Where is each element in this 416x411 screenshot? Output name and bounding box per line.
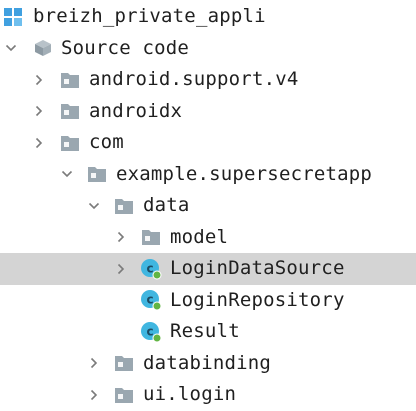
class-icon: c	[140, 285, 162, 317]
package-folder-icon	[86, 159, 108, 191]
project-tree: breizh_private_appli Source code android…	[0, 0, 416, 406]
tree-label-project: breizh_private_appli	[33, 5, 266, 27]
tree-row-login-data-source[interactable]: c LoginDataSource	[0, 253, 416, 285]
chevron-right-icon[interactable]	[32, 127, 46, 159]
tree-row-data[interactable]: data	[0, 190, 416, 222]
package-folder-icon	[140, 222, 162, 254]
tree-row-androidx[interactable]: androidx	[0, 96, 416, 128]
class-icon: c	[140, 253, 162, 285]
tree-row-com[interactable]: com	[0, 127, 416, 159]
chevron-down-icon[interactable]	[87, 190, 101, 222]
chevron-down-icon[interactable]	[60, 159, 74, 191]
tree-label: databinding	[143, 351, 272, 374]
package-folder-icon	[59, 64, 81, 96]
tree-label: LoginDataSource	[170, 257, 345, 279]
tree-label-source-code: Source code	[61, 36, 190, 59]
tree-label: data	[143, 194, 190, 216]
chevron-right-icon[interactable]	[114, 253, 128, 285]
source-root-icon	[32, 33, 54, 65]
project-module-icon	[2, 1, 24, 33]
tree-row-android-support-v4[interactable]: android.support.v4	[0, 64, 416, 96]
tree-label: androidx	[89, 99, 183, 122]
tree-row-model[interactable]: model	[0, 222, 416, 254]
class-icon: c	[140, 316, 162, 348]
tree-label: android.support.v4	[89, 68, 299, 90]
tree-row-result[interactable]: c Result	[0, 316, 416, 348]
svg-text:c: c	[146, 293, 153, 307]
svg-text:c: c	[146, 324, 153, 338]
package-folder-icon	[113, 190, 135, 222]
chevron-down-icon[interactable]	[4, 33, 18, 65]
tree-label: com	[89, 131, 124, 153]
chevron-right-icon[interactable]	[32, 64, 46, 96]
svg-text:c: c	[146, 261, 153, 275]
package-folder-icon	[113, 348, 135, 380]
tree-row-project[interactable]: breizh_private_appli	[0, 1, 416, 33]
tree-label: model	[170, 225, 229, 248]
package-folder-icon	[59, 127, 81, 159]
tree-row-login-repository[interactable]: c LoginRepository	[0, 285, 416, 317]
tree-row-databinding[interactable]: databinding	[0, 348, 416, 380]
tree-label: Result	[170, 320, 240, 342]
tree-row-example-supersecretapp[interactable]: example.supersecretapp	[0, 159, 416, 191]
tree-label: example.supersecretapp	[116, 162, 373, 185]
package-folder-icon	[59, 96, 81, 128]
tree-label: LoginRepository	[170, 288, 345, 311]
tree-row-source-code[interactable]: Source code	[0, 33, 416, 65]
chevron-right-icon[interactable]	[32, 96, 46, 128]
chevron-right-icon[interactable]	[114, 222, 128, 254]
chevron-right-icon[interactable]	[87, 348, 101, 380]
